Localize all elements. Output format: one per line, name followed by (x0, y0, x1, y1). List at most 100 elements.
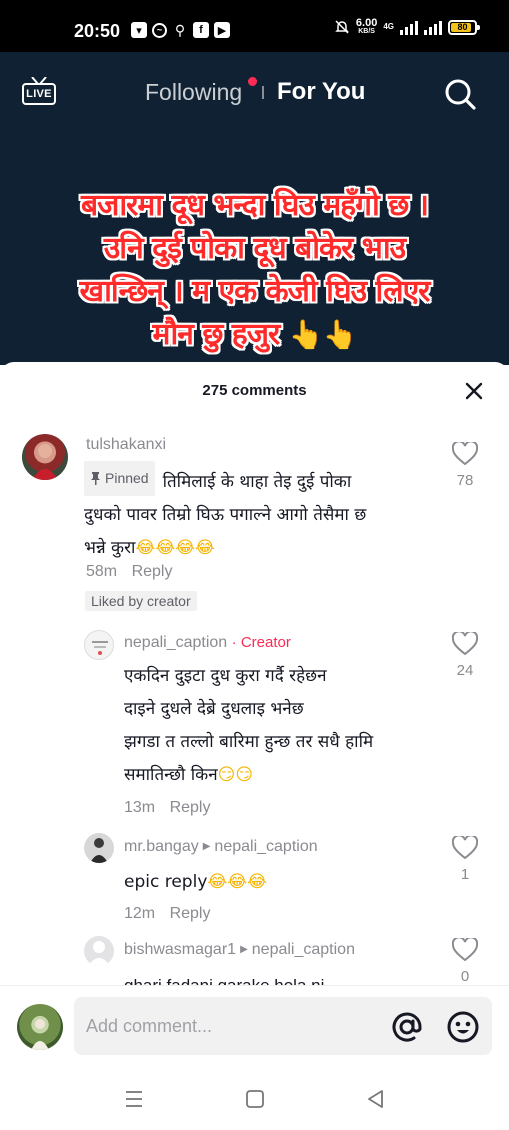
comment-username[interactable]: tulshakanxi (86, 436, 166, 454)
comment-username-link[interactable]: nepali_caption (124, 634, 227, 651)
heart-outline-icon (452, 442, 478, 466)
caption-line-4-text: मौन छु हजुर (152, 317, 281, 352)
comment-time: 58m (86, 563, 118, 580)
new-content-dot (248, 77, 257, 86)
like-count: 24 (456, 662, 474, 679)
at-sign-icon[interactable] (390, 1010, 424, 1044)
reply-arrow-icon: ▶ (202, 841, 211, 852)
network-speed: 6.00 KB/S (356, 18, 377, 36)
liked-by-creator-badge: Liked by creator (85, 591, 197, 611)
comment-input-bar: Add comment... (0, 985, 509, 1067)
status-time: 20:50 (74, 21, 121, 41)
like-count: 1 (460, 866, 470, 883)
square-home-icon[interactable] (243, 1087, 267, 1111)
comment-line-2: दाइने दुधले देब्रे दुधलाइ भनेछ (124, 699, 304, 719)
smiley-icon[interactable] (446, 1010, 480, 1044)
avatar[interactable] (84, 936, 114, 966)
comment-username-link[interactable]: bishwasmagar1 (124, 941, 236, 958)
network-speed-value: 6.00 (355, 17, 378, 29)
tab-for-you[interactable]: For You (277, 78, 365, 106)
heart-outline-icon (452, 836, 478, 860)
notification-icons: ▾ ~ ⚲ f ▶ (131, 22, 230, 38)
current-user-avatar[interactable] (17, 1004, 63, 1050)
reply-button[interactable]: Reply (170, 799, 211, 816)
avatar[interactable] (22, 434, 68, 480)
comment-line-3: झगडा त तल्लो बारिमा हुन्छ तर सधै हामि (124, 732, 374, 752)
live-label: LIVE (22, 83, 56, 105)
comment-time: 13m (124, 799, 156, 816)
comment-text: एकदिन दुइटा दुध कुरा गर्दै रहेछन दाइने द… (124, 660, 444, 792)
battery-level: 80 (457, 22, 468, 32)
message-notification-icon: ▾ (131, 22, 147, 38)
comment-time: 12m (124, 905, 156, 922)
avatar[interactable] (84, 630, 114, 660)
pin-icon (91, 472, 100, 485)
status-bar: 20:50 ▾ ~ ⚲ f ▶ 6.00 KB/S 4G 80 (0, 0, 509, 52)
battery-icon: 80 (448, 19, 480, 35)
avatar[interactable] (84, 833, 114, 863)
smirk-emoji: 😏😏 (217, 765, 254, 785)
reply-button[interactable]: Reply (170, 905, 211, 922)
system-navigation-bar (0, 1067, 509, 1130)
pointing-up-emoji: 👆👆 (288, 318, 358, 351)
caption-line-4: मौन छु हजुर 👆👆 (0, 313, 509, 356)
caption-line-1: बजारमा दूध भन्दा घिउ महँगो छ । (80, 188, 429, 223)
comment-item: nepali_caption · Creator एकदिन दुइटा दुध… (0, 624, 509, 824)
comment-line-1: epic reply (124, 872, 208, 892)
youtube-icon: ▶ (214, 22, 230, 38)
avatar-image (31, 1019, 49, 1050)
comment-item: tulshakanxi Pinned तिमिलाई के थाहा तेइ द… (0, 428, 509, 622)
like-count: 0 (460, 968, 470, 985)
comment-input-placeholder: Add comment... (86, 1016, 213, 1036)
comment-line-1: एकदिन दुइटा दुध कुरा गर्दै रहेछन (124, 666, 327, 686)
comment-meta: 58m Reply (86, 563, 172, 581)
comment-username: bishwasmagar1 ▶ nepali_caption (124, 941, 355, 959)
user-notification-icon: ⚲ (174, 21, 186, 38)
pinned-badge: Pinned (84, 461, 155, 496)
triangle-back-icon[interactable] (364, 1087, 388, 1111)
signal-icon (400, 20, 418, 35)
comment-meta: 12m Reply (124, 905, 210, 923)
comments-count: 275 comments (202, 382, 307, 399)
heart-outline-icon (452, 938, 478, 962)
comment-text: Pinned तिमिलाई के थाहा तेइ दुई पोका दुधक… (84, 461, 444, 565)
laughing-emoji: 😂😂😂😂 (135, 538, 215, 558)
network-type: 4G (383, 22, 394, 31)
video-player[interactable]: LIVE Following For You बजारमा दूध भन्दा … (0, 52, 509, 365)
caption-line-3: खान्छिन् । म एक केजी घिउ लिएर (79, 274, 431, 309)
heart-outline-icon (452, 632, 478, 656)
reply-arrow-icon: ▶ (240, 944, 248, 955)
creator-tag: · Creator (231, 634, 291, 651)
comment-username: nepali_caption · Creator (124, 634, 291, 652)
like-button[interactable]: 24 (445, 632, 485, 679)
like-button[interactable]: 0 (445, 938, 485, 985)
mute-icon (335, 20, 349, 34)
tab-divider (262, 86, 264, 99)
close-icon[interactable] (464, 381, 484, 401)
search-icon[interactable] (443, 77, 477, 111)
signal-icon-2 (424, 20, 442, 35)
like-button[interactable]: 1 (445, 836, 485, 883)
avatar-image (90, 838, 108, 863)
comment-text: ghari fadani garake hola ni (124, 969, 424, 986)
comment-line-2: दुधको पावर तिम्रो घिऊ पगाल्ने आगो तेसैमा… (84, 505, 367, 525)
live-tv-icon[interactable]: LIVE (22, 77, 56, 107)
comment-meta: 13m Reply (124, 799, 210, 817)
pinned-label: Pinned (105, 470, 149, 486)
comment-line-3: भन्ने कुरा (84, 538, 136, 558)
comment-input[interactable]: Add comment... (74, 997, 492, 1055)
video-caption: बजारमा दूध भन्दा घिउ महँगो छ । उनि दुई प… (0, 184, 509, 356)
menu-lines-icon[interactable] (122, 1087, 146, 1111)
facebook-icon: f (193, 22, 209, 38)
comment-item: mr.bangay ▶ nepali_caption epic reply😂😂😂 1… (0, 828, 509, 928)
reply-to-username[interactable]: nepali_caption (252, 941, 355, 958)
tab-following[interactable]: Following (145, 79, 242, 106)
reply-to-username[interactable]: nepali_caption (214, 838, 317, 855)
like-button[interactable]: 78 (445, 442, 485, 489)
status-right: 6.00 KB/S 4G 80 (334, 18, 480, 36)
top-nav: LIVE Following For You (0, 52, 509, 132)
comments-header: 275 comments (0, 362, 509, 418)
comment-username-link[interactable]: mr.bangay (124, 838, 199, 855)
reply-button[interactable]: Reply (132, 563, 173, 580)
comment-item: bishwasmagar1 ▶ nepali_caption ghari fadan… (0, 932, 509, 986)
